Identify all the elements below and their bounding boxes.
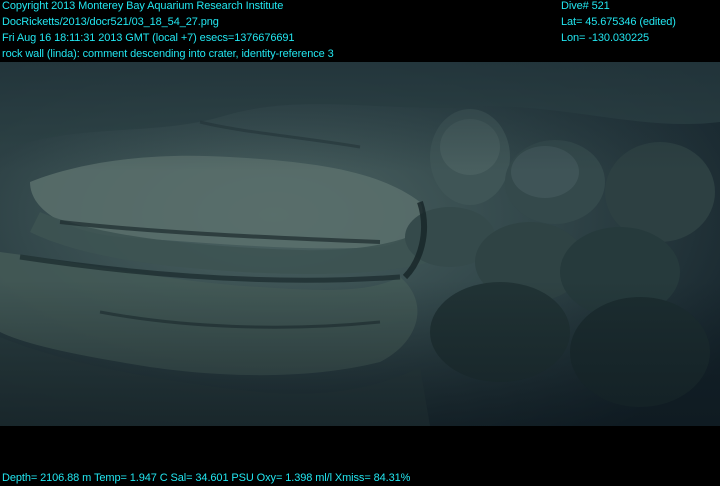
latitude-text: Lat= 45.675346 (edited) [561,16,676,28]
copyright-text: Copyright 2013 Monterey Bay Aquarium Res… [2,0,284,12]
timestamp-text: Fri Aug 16 18:11:31 2013 GMT (local +7) … [2,32,295,44]
dive-number-text: Dive# 521 [561,0,610,12]
seafloor-rock-image [0,62,720,426]
comment-text: rock wall (linda): comment descending in… [2,48,334,60]
telemetry-text: Depth= 2106.88 m Temp= 1.947 C Sal= 34.6… [2,472,411,484]
file-path-text: DocRicketts/2013/docr521/03_18_54_27.png [2,16,219,28]
longitude-text: Lon= -130.030225 [561,32,650,44]
video-frame: Copyright 2013 Monterey Bay Aquarium Res… [0,0,720,486]
